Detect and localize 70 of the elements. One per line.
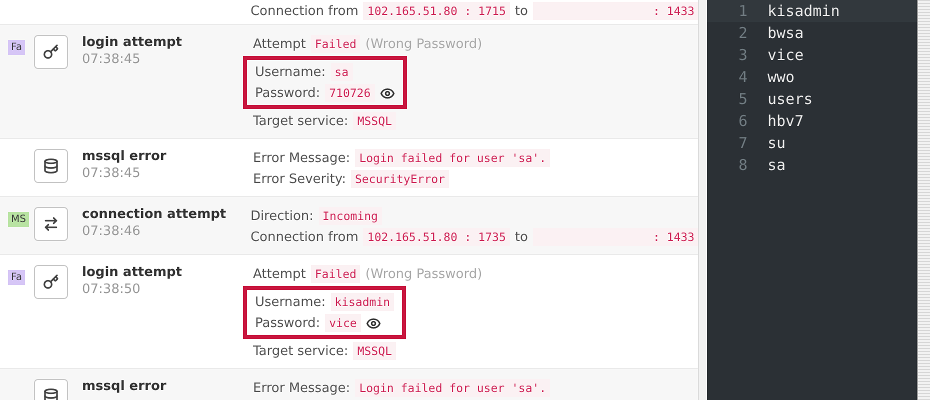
line-number: 5 <box>737 90 748 108</box>
field-label: Username: <box>255 64 326 80</box>
event-title: login attempt <box>82 35 182 50</box>
redacted-value: : 1433 <box>532 228 698 246</box>
field-label: Error Message: <box>253 150 350 166</box>
field-label: Connection from <box>250 230 358 244</box>
scrollbar[interactable] <box>917 0 930 400</box>
field-label: Direction: <box>250 208 314 224</box>
line-number: 2 <box>737 24 748 42</box>
field-value: MSSQL <box>353 112 396 130</box>
event-time: 07:38:50 <box>82 282 142 297</box>
line-number: 4 <box>737 68 748 86</box>
field-value: Login failed for user 'sa'. <box>355 149 550 167</box>
field-label: Target service: <box>253 344 348 358</box>
arrows-icon <box>34 207 68 241</box>
field-value: 102.165.51.80 : 1715 <box>363 2 510 20</box>
code-line: sa <box>767 156 786 174</box>
field-label: Password: <box>255 316 320 330</box>
database-icon <box>34 149 68 183</box>
field-label: Error Message: <box>253 380 350 396</box>
code-line: vice <box>767 46 804 64</box>
field-label: Target service: <box>253 114 348 128</box>
field-value: sa <box>330 63 353 81</box>
event-title: mssql error <box>82 149 166 164</box>
field-label: Attempt <box>253 266 306 282</box>
event-title: login attempt <box>82 265 182 280</box>
field-value: Failed <box>310 265 360 283</box>
field-value: MSSQL <box>353 342 396 360</box>
eye-icon[interactable] <box>366 316 381 330</box>
field-label: Username: <box>255 294 326 310</box>
event-title: connection attempt <box>82 207 226 222</box>
field-value: 102.165.51.80 : 1735 <box>363 228 510 246</box>
event-time: 07:38:45 <box>82 52 142 67</box>
text-editor[interactable]: 1 kisadmin 2 bwsa 3 vice 4 wwo 5 users 6 hbv7 7 su 8 sa <box>699 0 918 400</box>
event-title: mssql error <box>82 379 166 394</box>
source-badge: Fa <box>8 40 25 55</box>
field-value: SecurityError <box>350 170 449 188</box>
field-value: kisadmin <box>330 293 394 311</box>
event-time: 07:38:46 <box>82 224 142 239</box>
code-line: kisadmin <box>767 2 840 20</box>
line-number: 7 <box>737 134 748 152</box>
field-label: Password: <box>255 86 320 100</box>
code-line: bwsa <box>767 24 804 42</box>
source-badge: MS <box>8 212 29 227</box>
key-icon <box>34 35 68 69</box>
code-line: hbv7 <box>767 112 804 130</box>
line-number: 8 <box>737 156 748 174</box>
field-label: Error Severity: <box>253 172 346 186</box>
field-label: to <box>514 230 528 244</box>
code-line: wwo <box>767 68 795 86</box>
code-line: su <box>767 134 786 152</box>
field-label: Attempt <box>253 36 306 52</box>
field-value: 710726 <box>325 84 375 102</box>
field-label: Connection from <box>250 4 358 18</box>
field-value: Login failed for user 'sa'. <box>355 379 550 397</box>
source-badge: Fa <box>8 270 25 285</box>
line-number: 6 <box>737 112 748 130</box>
key-icon <box>34 265 68 299</box>
field-value: Incoming <box>318 207 382 225</box>
event-time: 07:38:45 <box>82 166 142 181</box>
line-number: 3 <box>737 46 748 64</box>
reason-text: (Wrong Password) <box>365 266 482 282</box>
code-line: users <box>767 90 813 108</box>
redacted-value: : 1433 <box>532 2 698 20</box>
line-number: 1 <box>737 2 748 20</box>
eye-icon[interactable] <box>380 86 395 100</box>
field-value: vice <box>325 314 361 332</box>
reason-text: (Wrong Password) <box>365 36 482 52</box>
field-value: Failed <box>310 35 360 53</box>
field-label: to <box>514 4 528 18</box>
